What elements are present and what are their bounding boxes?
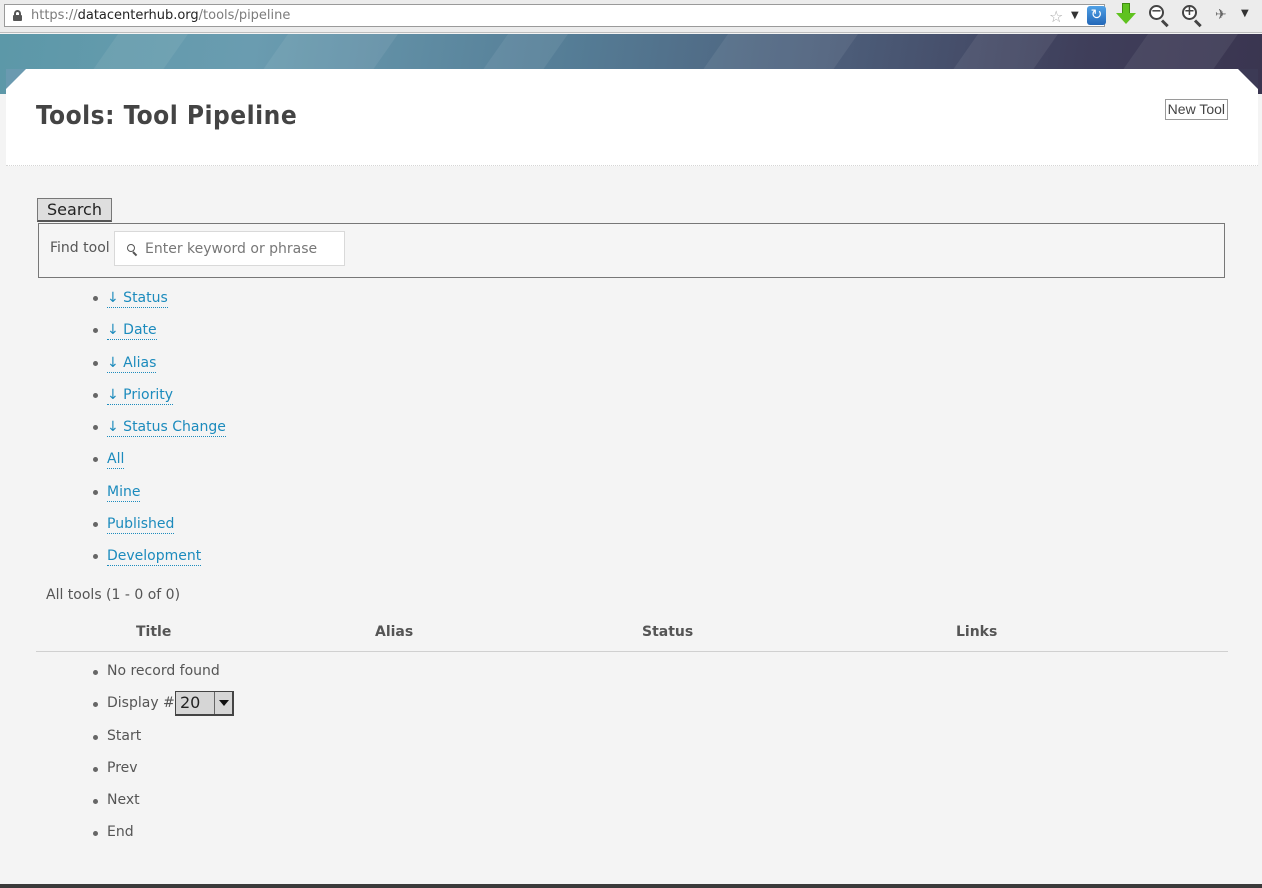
display-count-item: Display # 20 bbox=[93, 691, 234, 727]
pager-prev: Prev bbox=[93, 760, 220, 792]
filter-all-link[interactable]: All bbox=[107, 450, 125, 470]
star-icon[interactable]: ☆ bbox=[1049, 6, 1063, 27]
sort-status-link[interactable]: ↓ Status bbox=[107, 289, 168, 308]
column-header-status[interactable]: Status bbox=[642, 624, 693, 640]
display-count-value: 20 bbox=[180, 693, 201, 713]
list-item: Published bbox=[93, 515, 226, 547]
list-item: ↓ Priority bbox=[93, 386, 226, 418]
list-item: ↓ Date bbox=[93, 321, 226, 353]
browser-toolbar: https://datacenterhub.org/tools/pipeline… bbox=[0, 0, 1262, 33]
results-count: All tools (1 - 0 of 0) bbox=[46, 587, 181, 603]
filter-list: ↓ Status ↓ Date ↓ Alias ↓ Priority ↓ Sta… bbox=[93, 289, 226, 580]
column-header-links[interactable]: Links bbox=[956, 624, 997, 640]
page-title: Tools: Tool Pipeline bbox=[36, 101, 298, 131]
pager-start: Start bbox=[93, 728, 220, 760]
column-header-alias[interactable]: Alias bbox=[375, 624, 413, 640]
address-bar[interactable]: https://datacenterhub.org/tools/pipeline… bbox=[4, 4, 1106, 27]
search-field[interactable] bbox=[114, 231, 345, 266]
url-text[interactable]: https://datacenterhub.org/tools/pipeline bbox=[31, 5, 290, 26]
column-header-title[interactable]: Title bbox=[136, 624, 171, 640]
download-icon[interactable] bbox=[1115, 3, 1137, 27]
lock-icon bbox=[13, 10, 22, 21]
table-header: Title Alias Status Links bbox=[36, 624, 1228, 652]
search-legend-button[interactable]: Search bbox=[37, 198, 112, 222]
display-count-select[interactable]: 20 bbox=[175, 691, 234, 717]
pager-end: End bbox=[93, 824, 220, 856]
list-item: Mine bbox=[93, 483, 226, 515]
new-tool-button[interactable]: New Tool bbox=[1164, 99, 1228, 120]
display-label: Display # bbox=[107, 695, 175, 712]
zoom-in-icon[interactable]: + bbox=[1182, 5, 1204, 28]
filter-development-link[interactable]: Development bbox=[107, 547, 202, 567]
pagination-list: No record found Display # 20 Start Prev … bbox=[93, 663, 234, 857]
sort-status-change-link[interactable]: ↓ Status Change bbox=[107, 418, 226, 438]
tools-icon[interactable]: ✈ bbox=[1215, 7, 1233, 23]
list-item: ↓ Alias bbox=[93, 354, 226, 386]
chevron-down-icon[interactable]: ▼ bbox=[1071, 5, 1079, 26]
sort-priority-link[interactable]: ↓ Priority bbox=[107, 386, 174, 405]
page-header: Tools: Tool Pipeline New Tool bbox=[6, 69, 1258, 166]
url-host: datacenterhub.org bbox=[77, 8, 199, 23]
pager-next: Next bbox=[93, 792, 220, 824]
list-item: ↓ Status bbox=[93, 289, 226, 321]
list-item: ↓ Status Change bbox=[93, 418, 226, 450]
filter-mine-link[interactable]: Mine bbox=[107, 483, 141, 502]
list-item: Development bbox=[93, 547, 226, 579]
zoom-out-icon[interactable]: − bbox=[1149, 5, 1171, 28]
search-icon bbox=[127, 244, 138, 257]
url-path: /tools/pipeline bbox=[198, 8, 291, 23]
search-input[interactable] bbox=[145, 232, 340, 265]
sort-date-link[interactable]: ↓ Date bbox=[107, 321, 157, 341]
menu-chevron-icon[interactable]: ▼ bbox=[1241, 8, 1249, 19]
url-scheme: https:// bbox=[31, 8, 78, 23]
filter-published-link[interactable]: Published bbox=[107, 515, 175, 535]
bottom-edge bbox=[0, 884, 1262, 888]
list-item: All bbox=[93, 450, 226, 482]
search-fieldset: Find tool bbox=[38, 223, 1225, 278]
sort-alias-link[interactable]: ↓ Alias bbox=[107, 354, 157, 373]
find-tool-label: Find tool bbox=[50, 240, 110, 256]
reload-icon[interactable]: ↻ bbox=[1087, 6, 1106, 25]
chevron-down-icon[interactable] bbox=[214, 692, 232, 715]
